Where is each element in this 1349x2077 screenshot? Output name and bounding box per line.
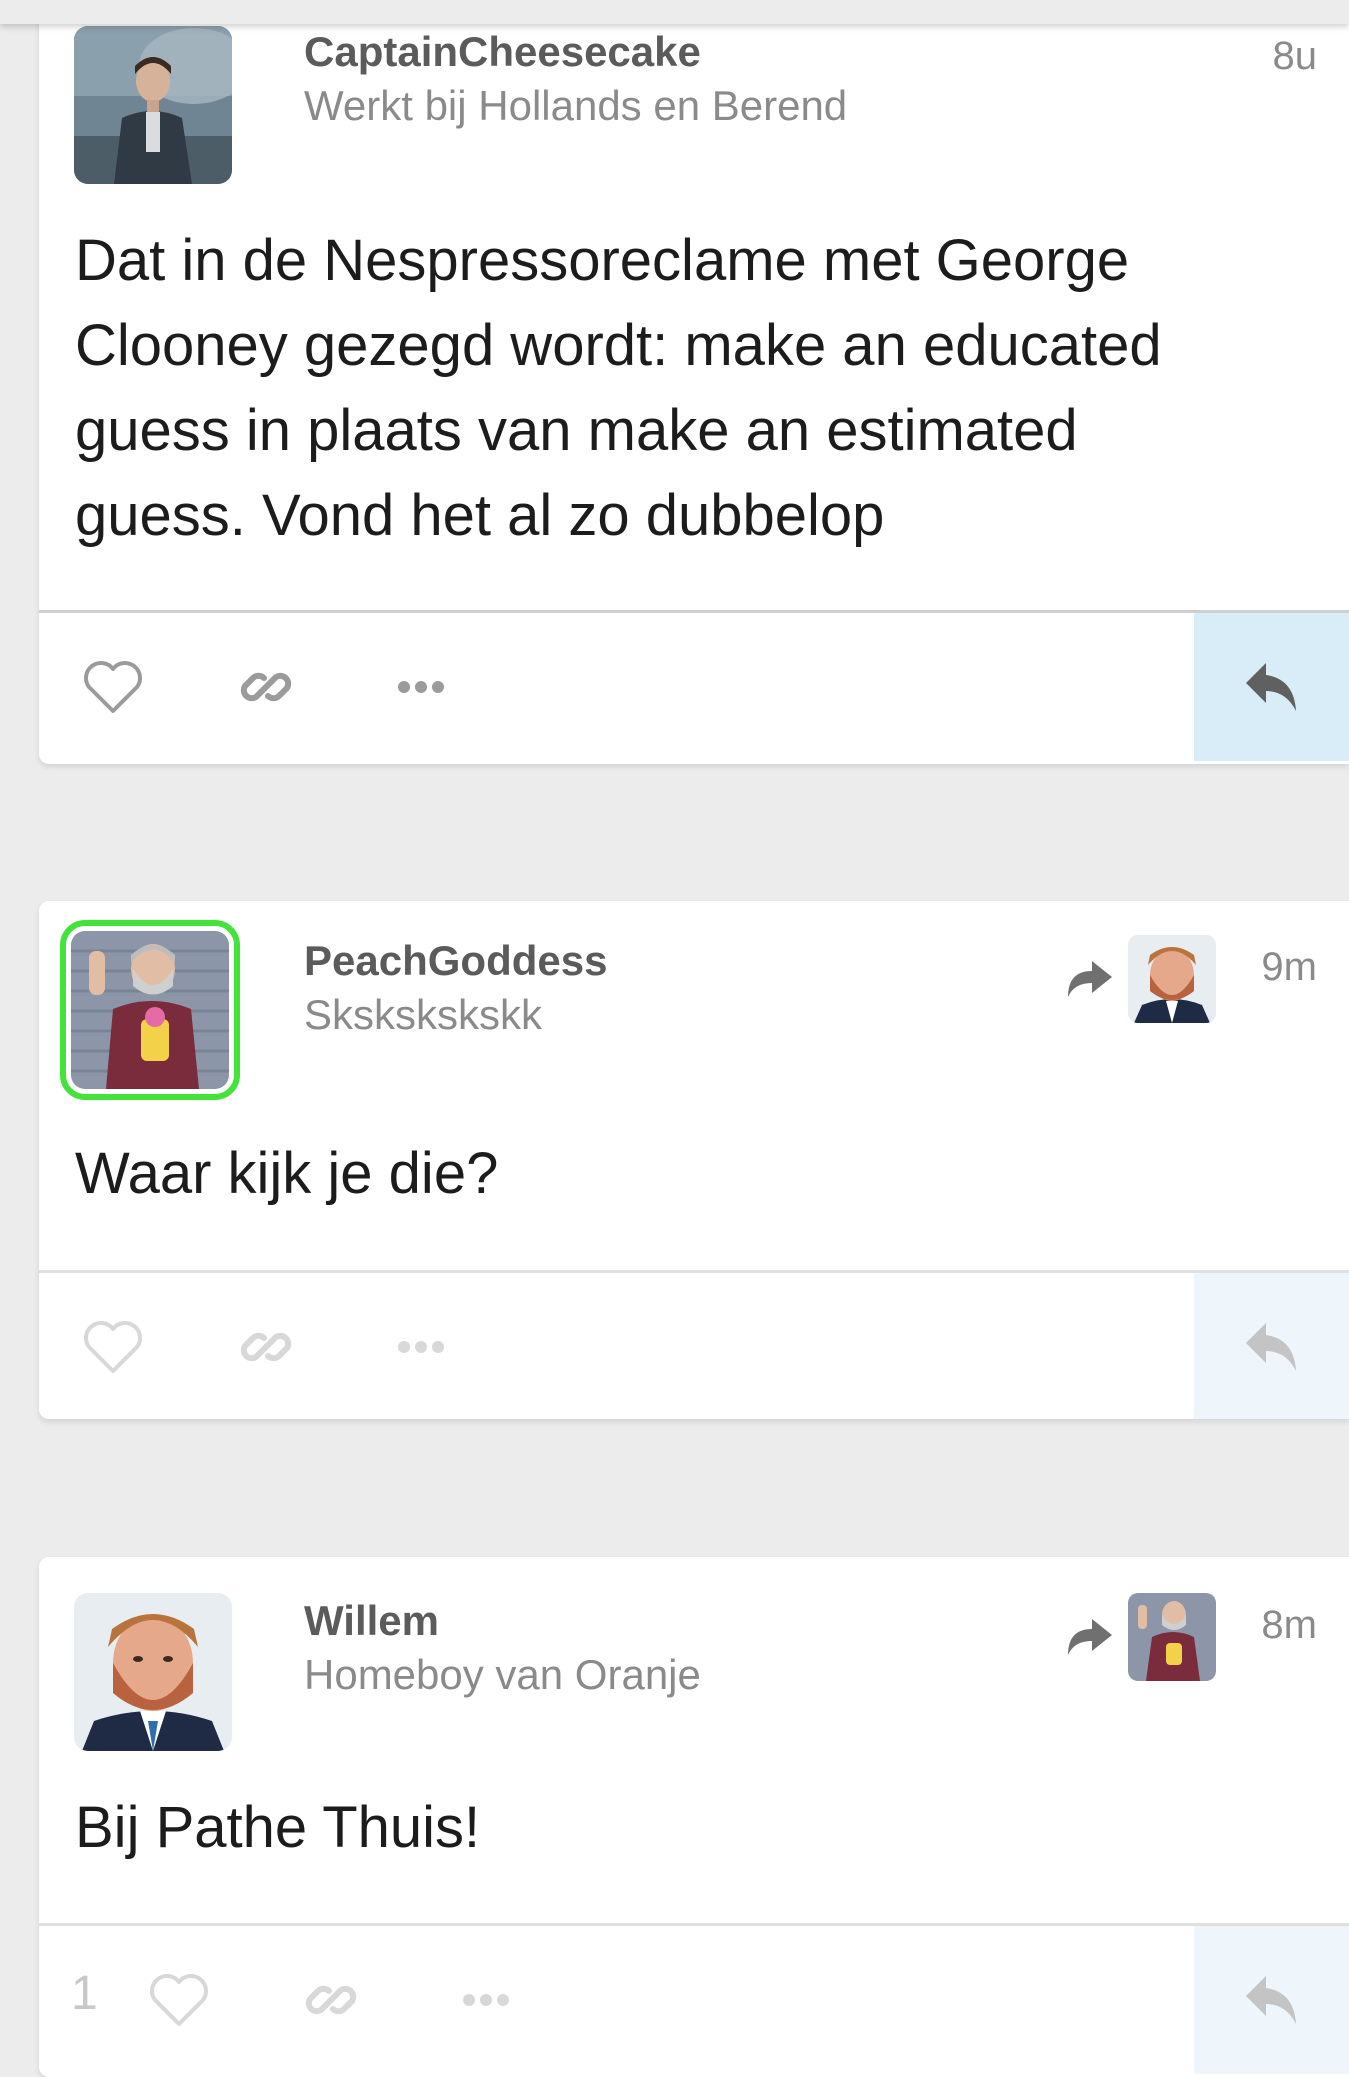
man-waving-avatar bbox=[71, 931, 229, 1089]
post-text: Bij Pathe Thuis! bbox=[75, 1795, 481, 1860]
link-button[interactable] bbox=[299, 1968, 363, 2032]
link-icon bbox=[240, 1332, 292, 1362]
heart-icon bbox=[150, 1974, 208, 2026]
user-tagline: Werkt bij Hollands en Berend bbox=[304, 82, 848, 129]
post-card: PeachGoddess Skskskskskk 9m Waar kijk je… bbox=[39, 901, 1349, 1419]
username[interactable]: CaptainCheesecake bbox=[304, 28, 701, 76]
man-waving-avatar bbox=[1128, 1593, 1216, 1681]
reply-button[interactable] bbox=[1194, 1926, 1349, 2074]
username[interactable]: PeachGoddess bbox=[304, 937, 607, 985]
reply-arrow-icon bbox=[1246, 663, 1296, 711]
link-icon bbox=[240, 672, 292, 702]
more-dots-icon bbox=[398, 1341, 444, 1353]
reblog-source-avatar[interactable] bbox=[1128, 935, 1216, 1023]
reblog-arrow-icon bbox=[1064, 957, 1114, 999]
reblog-arrow-icon bbox=[1064, 1615, 1114, 1657]
more-dots-icon bbox=[398, 681, 444, 693]
post-actions bbox=[39, 1270, 1349, 1419]
username[interactable]: Willem bbox=[304, 1597, 439, 1645]
heart-icon bbox=[84, 1321, 142, 1373]
man-in-coat-avatar bbox=[74, 26, 232, 184]
user-tagline: Skskskskskk bbox=[304, 991, 543, 1038]
like-button[interactable] bbox=[147, 1968, 211, 2032]
reply-button[interactable] bbox=[1194, 1273, 1349, 1419]
link-button[interactable] bbox=[234, 1315, 298, 1379]
more-button[interactable] bbox=[389, 1315, 453, 1379]
more-button[interactable] bbox=[454, 1968, 518, 2032]
post-actions: 1 bbox=[39, 1923, 1349, 2074]
post-text: Dat in de Nespressoreclame met George Cl… bbox=[75, 228, 1162, 548]
bearded-man-suit-avatar bbox=[74, 1593, 232, 1751]
post-time: 8u bbox=[1272, 34, 1318, 78]
avatar[interactable] bbox=[74, 1593, 232, 1751]
reply-button[interactable] bbox=[1194, 613, 1349, 761]
bearded-man-suit-avatar bbox=[1128, 935, 1216, 1023]
avatar[interactable] bbox=[60, 920, 240, 1100]
post-card: Willem Homeboy van Oranje 8m Bij Pathe T… bbox=[39, 1557, 1349, 2077]
post-text: Waar kijk je die? bbox=[75, 1141, 499, 1206]
reblog-source-avatar[interactable] bbox=[1128, 1593, 1216, 1681]
like-button[interactable] bbox=[81, 1315, 145, 1379]
post-card: CaptainCheesecake Werkt bij Hollands en … bbox=[39, 0, 1349, 764]
avatar[interactable] bbox=[74, 26, 232, 184]
post-time: 9m bbox=[1261, 945, 1317, 989]
user-tagline: Homeboy van Oranje bbox=[304, 1651, 701, 1698]
like-count[interactable]: 1 bbox=[71, 1966, 98, 2021]
reply-arrow-icon bbox=[1246, 1323, 1296, 1371]
like-button[interactable] bbox=[81, 655, 145, 719]
link-button[interactable] bbox=[234, 655, 298, 719]
top-bar bbox=[0, 0, 1349, 24]
more-dots-icon bbox=[463, 1994, 509, 2006]
post-actions bbox=[39, 610, 1349, 761]
heart-icon bbox=[84, 661, 142, 713]
reply-arrow-icon bbox=[1246, 1976, 1296, 2024]
post-time: 8m bbox=[1261, 1603, 1317, 1647]
link-icon bbox=[305, 1985, 357, 2015]
more-button[interactable] bbox=[389, 655, 453, 719]
